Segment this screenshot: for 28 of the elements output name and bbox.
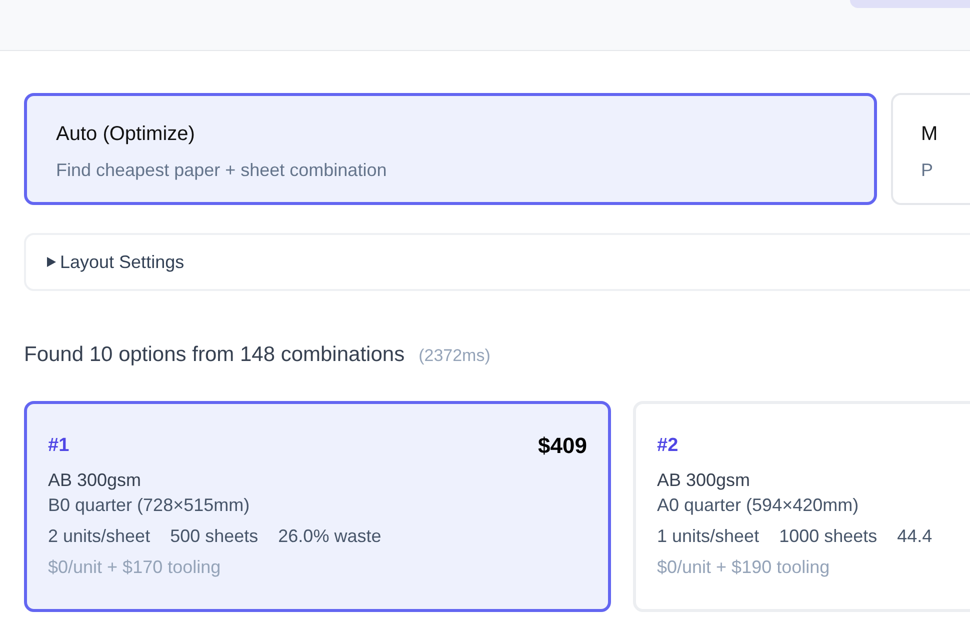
mode-card[interactable]: M P bbox=[891, 93, 970, 205]
results-summary: Found 10 options from 148 combinations bbox=[24, 343, 405, 367]
stat-label: 2 units/sheet bbox=[48, 526, 150, 547]
stat-label: 26.0% waste bbox=[278, 526, 382, 547]
mode-description: P bbox=[921, 160, 934, 181]
mode-title: M bbox=[921, 123, 939, 146]
mode-card[interactable]: Auto (Optimize) Find cheapest paper + sheet combination bbox=[24, 93, 877, 205]
stat-label: 1 units/sheet bbox=[657, 526, 760, 547]
rank-label: #1 bbox=[48, 435, 70, 457]
layout-settings-toggle[interactable]: Layout Settings bbox=[46, 252, 184, 272]
stat-label: 44.4 bbox=[897, 526, 932, 547]
result-card[interactable]: #1 $409 AB 300gsm B0 quarter (728×515mm) 2 units/sheet 500 sheets 26.0% waste $0/unit + $170 tooling bbox=[24, 401, 611, 612]
cost-label: $0/unit + $170 tooling bbox=[48, 557, 222, 578]
paper-name: AB 300gsm bbox=[657, 470, 752, 491]
stat-label: 1000 sheets bbox=[779, 526, 878, 547]
mode-title: Auto (Optimize) bbox=[56, 123, 196, 146]
result-card[interactable]: #2 AB 300gsm A0 quarter (594×420mm) 1 units/sheet 1000 sheets 44.4 $0/unit + $190 tooling bbox=[633, 401, 970, 612]
rank-label: #2 bbox=[657, 435, 678, 457]
stat-label: 500 sheets bbox=[170, 526, 258, 547]
price-label: $409 bbox=[538, 433, 587, 459]
sheet-size: A0 quarter (594×420mm) bbox=[657, 495, 860, 516]
timing-label: (2372ms) bbox=[418, 346, 490, 366]
sheet-size: B0 quarter (728×515mm) bbox=[48, 495, 251, 516]
paper-name: AB 300gsm bbox=[48, 470, 142, 491]
mode-description: Find cheapest paper + sheet combination bbox=[56, 160, 388, 181]
caret-icon bbox=[46, 257, 56, 267]
cost-label: $0/unit + $190 tooling bbox=[657, 557, 831, 578]
header-button[interactable] bbox=[850, 0, 970, 8]
